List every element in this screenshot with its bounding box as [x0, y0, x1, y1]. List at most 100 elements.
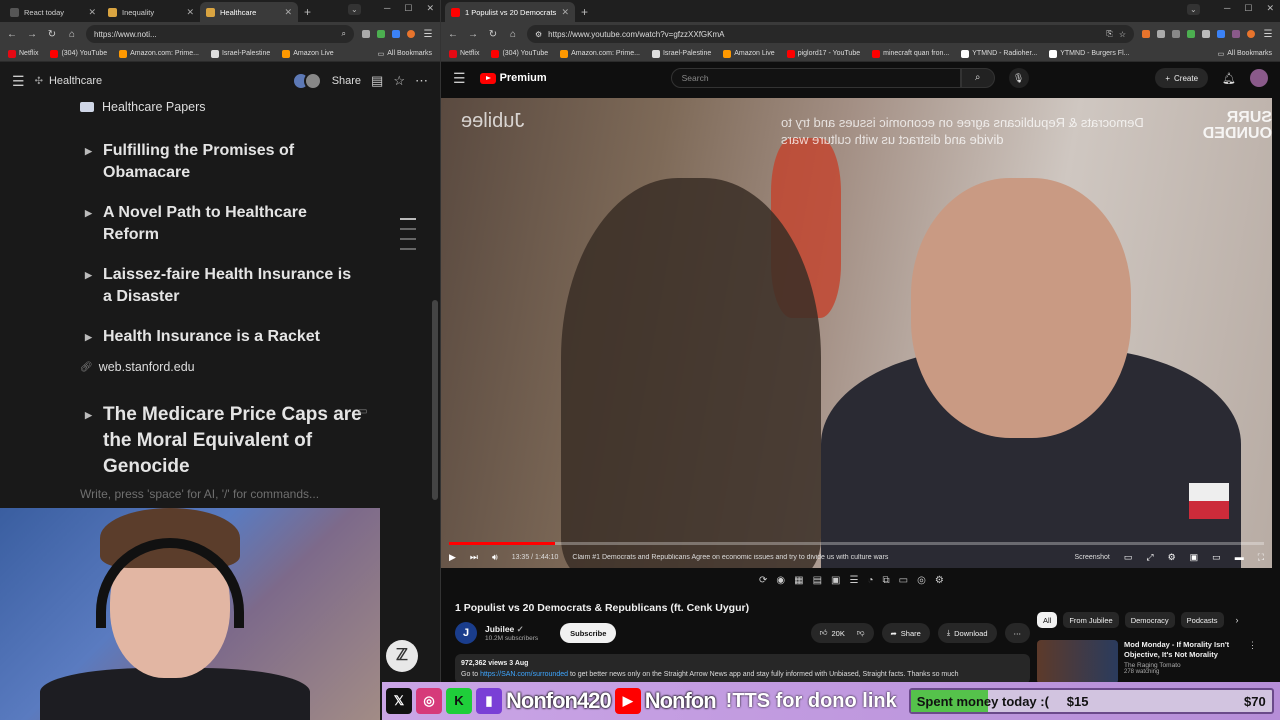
bookmark-netflix[interactable]: Netflix [449, 49, 479, 58]
seek-bar[interactable] [449, 542, 1264, 545]
extension-icon[interactable] [1172, 30, 1180, 38]
guide-menu-icon[interactable]: ☰ [453, 70, 466, 87]
search-icon[interactable]: ⌕ [960, 68, 995, 88]
speed-icon[interactable]: ◔ [867, 575, 873, 586]
toggle-triangle-icon[interactable]: ▶ [85, 326, 95, 348]
bookmark-israel-palestine[interactable]: Israel-Palestine [651, 49, 711, 58]
bookmark-amazon-prime[interactable]: Amazon.com: Prime... [119, 49, 199, 58]
close-window-icon[interactable]: ✕ [426, 3, 434, 14]
minimize-icon[interactable]: ─ [384, 3, 390, 14]
bookmark-amazon-live[interactable]: Amazon Live [723, 49, 775, 58]
more-options-icon[interactable]: ⋯ [415, 73, 428, 89]
comment-icon[interactable]: ▭ [358, 406, 367, 417]
extension-icon[interactable] [1247, 30, 1255, 38]
settings-gear-icon[interactable]: ⚙ [1168, 552, 1176, 563]
minimize-icon[interactable]: ─ [1224, 3, 1230, 14]
left-address-bar[interactable]: https://www.noti... ⌕ [86, 25, 354, 43]
reload-icon[interactable]: ↻ [46, 29, 58, 40]
loop-icon[interactable]: ⟳ [759, 575, 767, 586]
close-tab-icon[interactable]: ✕ [186, 7, 194, 18]
maximize-icon[interactable]: ☐ [1244, 3, 1252, 14]
bookmark-minecraft[interactable]: minecraft quan fron... [872, 49, 949, 58]
captions-icon[interactable]: ▭ [1124, 552, 1133, 563]
tab-react-today[interactable]: React today ✕ [4, 2, 102, 22]
bookmark-ytmnd-burgers[interactable]: YTMND - Burgers Fl... [1049, 49, 1129, 58]
notifications-bell-icon[interactable]: 🔔︎ [1222, 72, 1236, 85]
volume-icon[interactable]: 🔊︎ [492, 552, 498, 563]
like-dislike-button[interactable]: 👍︎ 20K 👎︎ [810, 623, 874, 643]
toggle-block[interactable]: ▶ Health Insurance is a Racket [85, 326, 353, 348]
breadcrumb[interactable]: ✣ Healthcare [35, 75, 288, 87]
bookmark-star-icon[interactable]: ☆ [1119, 30, 1126, 39]
menu-icon[interactable]: ☰ [422, 29, 434, 40]
theater-mode-icon[interactable]: ▭ [1212, 552, 1221, 563]
miniplayer-icon[interactable]: ▣ [1190, 552, 1199, 563]
thumbs-up-icon[interactable]: 👍︎ [820, 628, 828, 638]
home-icon[interactable]: ⌂ [66, 29, 78, 40]
toggle-block[interactable]: ▶ A Novel Path to Healthcare Reform [85, 202, 353, 246]
new-tab-button[interactable]: + [575, 2, 594, 22]
extension-icon[interactable] [1187, 30, 1195, 38]
fullscreen-expand-icon[interactable]: ⤢ [1146, 552, 1153, 563]
tab-search-icon[interactable]: ⌄ [1187, 4, 1200, 15]
share-button[interactable]: Share [332, 75, 361, 87]
bookmark-amazon-live[interactable]: Amazon Live [282, 49, 334, 58]
extension-icon[interactable] [392, 30, 400, 38]
extension-icon[interactable] [1157, 30, 1165, 38]
list-icon[interactable]: ☰ [849, 575, 858, 586]
install-icon[interactable]: ⎘ [1106, 29, 1112, 39]
chip-all[interactable]: All [1037, 612, 1058, 628]
more-vert-icon[interactable]: ⋮ [1248, 640, 1257, 684]
bookmark-amazon-prime[interactable]: Amazon.com: Prime... [560, 49, 640, 58]
new-tab-button[interactable]: + [298, 2, 317, 22]
create-button[interactable]: + Create [1155, 68, 1209, 88]
channel-name[interactable]: Jubilee [485, 624, 514, 634]
empty-block-placeholder[interactable]: Write, press 'space' for AI, '/' for com… [80, 487, 319, 501]
chip-democracy[interactable]: Democracy [1124, 612, 1175, 628]
channel-name-line[interactable]: Jubilee ✓ [485, 624, 538, 635]
recommended-channel[interactable]: The Raging Tomato [1124, 662, 1242, 669]
toggle-block[interactable]: ▶ Fulfilling the Promises of Obamacare [85, 140, 353, 184]
forward-icon[interactable]: → [467, 29, 479, 40]
tab-healthcare[interactable]: Healthcare ✕ [200, 2, 298, 22]
site-info-icon[interactable]: ⚙ [535, 30, 542, 39]
recommended-title[interactable]: Mod Monday - If Morality Isn't Objective… [1124, 640, 1242, 660]
extension-icon[interactable] [1142, 30, 1150, 38]
close-tab-icon[interactable]: ✕ [561, 7, 569, 18]
all-bookmarks[interactable]: ▭ All Bookmarks [1218, 50, 1272, 58]
cast-icon[interactable]: ▬ [1235, 552, 1244, 562]
toggle-triangle-icon[interactable]: ▶ [85, 264, 95, 308]
bookmark-israel-palestine[interactable]: Israel-Palestine [210, 49, 270, 58]
bookmark-youtube[interactable]: (304) YouTube [491, 49, 548, 58]
chip-from-jubilee[interactable]: From Jubilee [1063, 612, 1119, 628]
download-button[interactable]: ⤓ Download [937, 623, 997, 643]
play-icon[interactable]: ▶ [449, 552, 456, 563]
tab-search-icon[interactable]: ⌄ [348, 4, 361, 15]
toggle-text[interactable]: The Medicare Price Caps are the Moral Eq… [103, 402, 363, 480]
search-input[interactable]: Search [670, 68, 961, 88]
table-of-contents-marks[interactable] [400, 218, 416, 258]
channel-avatar[interactable]: J [455, 622, 477, 644]
bookmark-youtube[interactable]: (304) YouTube [50, 49, 107, 58]
extension-icon[interactable] [1217, 30, 1225, 38]
description-link[interactable]: https://SAN.com/surrounded [480, 671, 568, 678]
papers-heading[interactable]: Healthcare Papers [80, 100, 206, 114]
settings-gear-icon[interactable]: ⚙ [935, 575, 944, 586]
extension-icon[interactable] [1232, 30, 1240, 38]
calendar-icon[interactable]: ▤ [813, 575, 822, 586]
star-icon[interactable]: ☆ [393, 73, 405, 89]
youtube-logo[interactable]: Premium [479, 72, 547, 84]
screen-icon[interactable]: ▭ [899, 575, 908, 586]
next-icon[interactable]: ⏭︎ [470, 552, 478, 563]
all-bookmarks[interactable]: ▭ All Bookmarks [378, 50, 432, 58]
home-icon[interactable]: ⌂ [507, 29, 519, 40]
audio-icon[interactable]: ◉ [776, 575, 785, 586]
toggle-block[interactable]: ▶ The Medicare Price Caps are the Moral … [85, 402, 363, 480]
subscribe-button[interactable]: Subscribe [560, 623, 617, 643]
close-tab-icon[interactable]: ✕ [284, 7, 292, 18]
video-player[interactable]: Jubilee Democrats & Republicans agree on… [441, 98, 1272, 568]
fullscreen-icon[interactable]: ⛶ [1258, 552, 1264, 563]
toggle-text[interactable]: A Novel Path to Healthcare Reform [103, 202, 353, 246]
chevron-right-icon[interactable]: › [1236, 612, 1239, 628]
extension-icon[interactable] [1202, 30, 1210, 38]
